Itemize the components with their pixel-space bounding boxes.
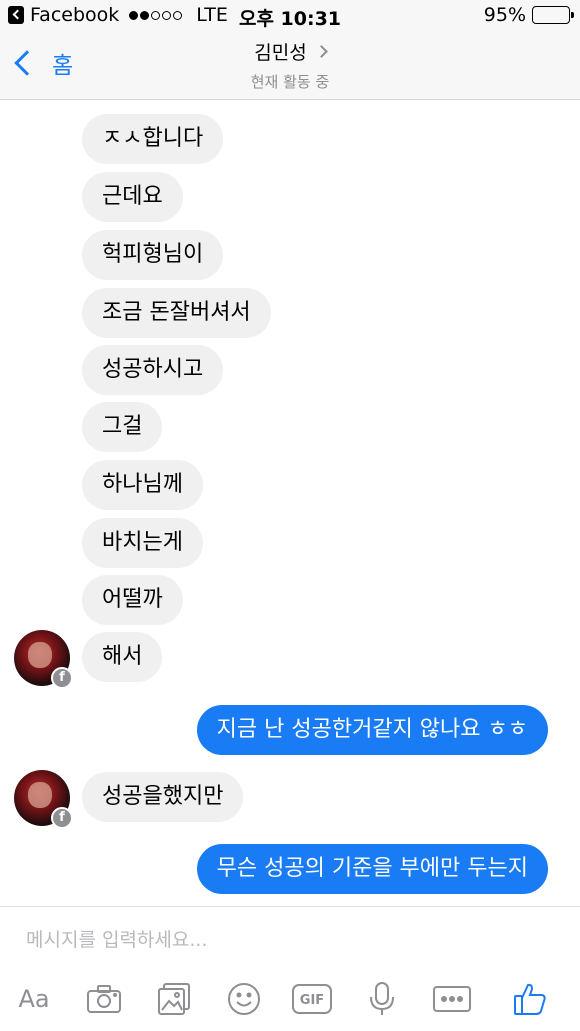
status-right: 95% [483, 4, 574, 26]
message-bubble-incoming[interactable]: 하나님께 [82, 460, 203, 510]
contact-active-status: 현재 활동 중 [250, 73, 330, 91]
message-input[interactable] [26, 929, 546, 951]
back-button[interactable]: 홈 [12, 46, 73, 80]
message-bubble-incoming[interactable]: 바치는게 [82, 518, 203, 568]
contact-avatar[interactable]: f [14, 630, 73, 689]
signal-strength-icon [129, 10, 184, 20]
chevron-right-icon [314, 45, 328, 58]
message-bubble-incoming[interactable]: ㅈㅅ합니다 [82, 114, 224, 164]
battery-percent: 95% [483, 4, 526, 26]
emoji-icon[interactable] [222, 977, 266, 1021]
microphone-icon[interactable] [360, 977, 404, 1021]
battery-icon [532, 6, 574, 24]
facebook-badge-icon: f [51, 667, 73, 689]
back-to-app-icon[interactable] [8, 6, 24, 24]
gif-label: GIF [300, 993, 324, 1008]
camera-icon[interactable] [82, 977, 126, 1021]
message-bubble-incoming[interactable]: 해서 [82, 632, 163, 682]
message-bubble-incoming[interactable]: 어떨까 [82, 575, 183, 625]
contact-avatar[interactable]: f [14, 770, 73, 829]
message-bubble-incoming[interactable]: 근데요 [82, 172, 183, 222]
conversation-header: 홈 김민성 현재 활동 중 [0, 32, 580, 100]
network-type: LTE [196, 4, 228, 26]
status-left: Facebook LTE [8, 4, 228, 26]
like-icon[interactable] [508, 977, 552, 1021]
text-format-button[interactable]: Aa [12, 977, 56, 1021]
message-composer: Aa GIF [0, 906, 580, 1031]
back-to-app-label[interactable]: Facebook [30, 4, 119, 26]
photo-icon[interactable] [152, 977, 196, 1021]
composer-toolbar: Aa GIF [0, 977, 580, 1021]
contact-name-button[interactable]: 김민성 [254, 38, 328, 65]
chevron-left-icon [14, 50, 40, 76]
status-bar: Facebook LTE 오후 10:31 95% [0, 0, 580, 32]
message-bubble-incoming[interactable]: 조금 돈잘버셔서 [82, 288, 271, 338]
message-bubble-incoming[interactable]: 그걸 [82, 402, 163, 452]
facebook-badge-icon: f [51, 807, 73, 829]
back-button-label: 홈 [52, 53, 74, 79]
contact-title: 김민성 현재 활동 중 [0, 38, 580, 92]
more-icon[interactable] [430, 977, 474, 1021]
message-bubble-incoming[interactable]: 성공을했지만 [82, 772, 244, 822]
message-bubble-incoming[interactable]: 헉피형님이 [82, 230, 224, 280]
gif-icon[interactable]: GIF [290, 977, 334, 1021]
contact-name: 김민성 [254, 42, 307, 64]
message-bubble-outgoing[interactable]: 무슨 성공의 기준을 부에만 두는지 [196, 844, 548, 894]
message-bubble-incoming[interactable]: 성공하시고 [82, 345, 224, 395]
message-bubble-outgoing[interactable]: 지금 난 성공한거같지 않나요 ㅎㅎ [196, 705, 548, 755]
